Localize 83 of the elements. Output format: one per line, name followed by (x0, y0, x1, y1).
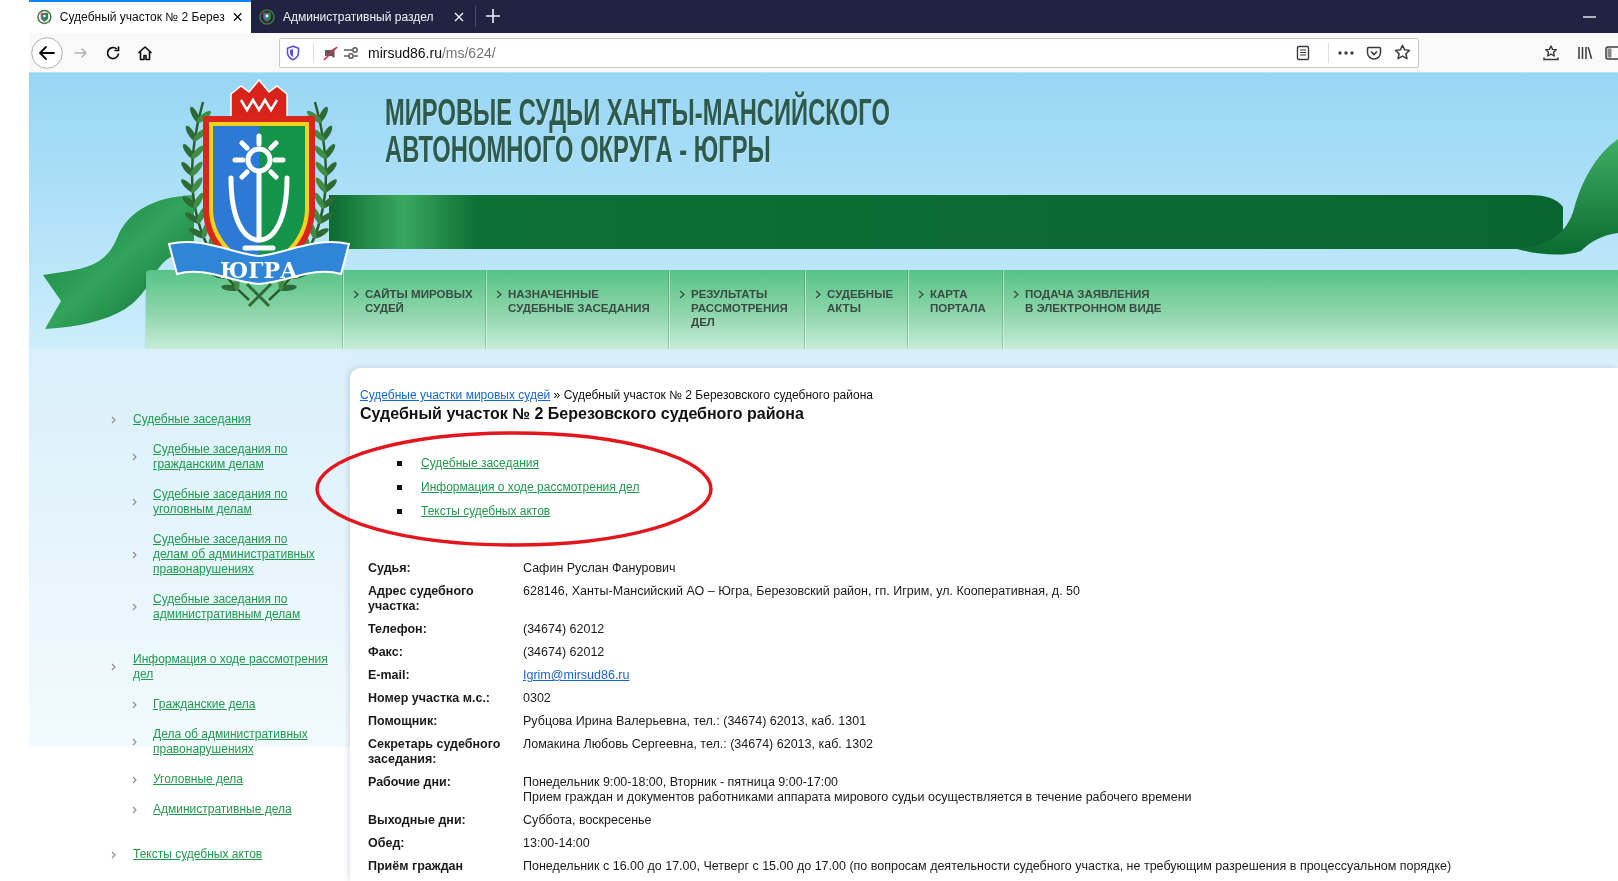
back-icon[interactable] (31, 36, 63, 69)
section-link[interactable]: Информация о ходе рассмотрения дел (421, 480, 640, 495)
detail-label: Выходные дни: (368, 813, 467, 828)
sliders-icon[interactable] (343, 44, 359, 61)
chevron-icon (918, 290, 924, 299)
detail-label: Секретарь судебного заседания: (368, 737, 502, 767)
sidebar-icon[interactable] (1605, 44, 1618, 61)
close-icon[interactable] (232, 11, 242, 22)
bullet-icon (397, 485, 402, 490)
detail-label: Факс: (368, 645, 404, 660)
shield-icon[interactable] (285, 44, 301, 61)
chevron-icon (132, 603, 137, 611)
more-icon[interactable] (1338, 50, 1354, 55)
chevron-icon (132, 700, 137, 709)
chevron-icon (132, 453, 137, 461)
breadcrumb-current: Судебный участок № 2 Березовского судебного района (563, 388, 873, 402)
browser-tab[interactable]: Административный раздел (251, 0, 473, 33)
chevron-icon (132, 775, 137, 784)
page-icon[interactable] (1295, 44, 1311, 61)
sidebar-link[interactable]: Судебные заседания по гражданским делам (153, 442, 321, 472)
chevron-icon (353, 290, 359, 299)
blocked-icon[interactable] (322, 44, 338, 61)
star-tray-icon[interactable] (1543, 44, 1559, 61)
detail-value: Суббота, воскресенье (523, 813, 653, 828)
email-link[interactable]: Igrim@mirsud86.ru (523, 668, 630, 683)
sidebar-link[interactable]: Административные дела (153, 802, 292, 817)
chevron-icon (111, 415, 116, 424)
chevron-icon (111, 850, 116, 859)
detail-label: E-mail: (368, 668, 411, 683)
sidebar-link[interactable]: Судебные заседания по делам об административных правонарушениях (153, 532, 321, 577)
sidebar-link[interactable]: Судебные заседания по уголовным делам (153, 487, 321, 517)
plus-icon[interactable] (486, 9, 500, 23)
bullet-icon (397, 509, 402, 514)
chevron-icon (815, 290, 821, 299)
detail-label: Судья: (368, 561, 412, 576)
chevron-icon (1013, 290, 1019, 299)
breadcrumb-separator: » (553, 388, 561, 402)
chevron-icon (111, 663, 116, 671)
star-icon[interactable] (1394, 44, 1411, 61)
sidebar-link[interactable]: Судебные заседания (133, 412, 252, 427)
page-heading: Судебный участок № 2 Березовского судебного района (360, 404, 805, 424)
sidebar-link[interactable]: Гражданские дела (153, 697, 256, 712)
emblem-icon (37, 8, 52, 25)
detail-value: Понедельник 9:00-18:00, Вторник - пятница 9:00-17:00 Прием граждан и документов работниками аппарата мирового судьи осуществляется в течение рабочего времени (523, 775, 1193, 805)
sidebar-link[interactable]: Информация о ходе рассмотрения дел (133, 652, 347, 682)
sidebar-link[interactable]: Дела об административных правонарушениях (153, 727, 321, 757)
detail-label: Приём граждан (368, 859, 465, 874)
detail-value: Рубцова Ирина Валерьевна, тел.: (34674) 62013, каб. 1301 (523, 714, 868, 729)
detail-value: 13:00-14:00 (523, 836, 591, 851)
detail-value: Сафин Руслан Фанурович (523, 561, 677, 576)
emblem-icon (259, 8, 275, 25)
detail-value: 628146, Ханты-Мансийский АО – Югра, Березовский район, гп. Игрим, ул. Кооперативная, д. 50 (523, 584, 1081, 600)
chevron-icon (132, 738, 137, 746)
pocket-icon[interactable] (1366, 44, 1382, 61)
sidebar-link[interactable]: Тексты судебных актов (133, 847, 263, 862)
chevron-icon (679, 290, 685, 299)
detail-label: Номер участка м.с.: (368, 691, 492, 706)
detail-label: Рабочие дни: (368, 775, 452, 791)
library-icon[interactable] (1577, 44, 1593, 61)
bullet-icon (397, 461, 402, 466)
detail-label: Обед: (368, 836, 406, 851)
chevron-icon (132, 550, 137, 559)
detail-label: Помощник: (368, 714, 439, 729)
url-text: mirsud86.ru/ms/624/ (368, 44, 497, 61)
sidebar-link[interactable]: Судебные заседания по административным делам (153, 592, 321, 622)
detail-value: (34674) 62012 (523, 645, 606, 660)
section-link[interactable]: Тексты судебных актов (421, 504, 551, 519)
chevron-icon (132, 498, 137, 506)
detail-value: 0302 (523, 691, 552, 706)
section-link[interactable]: Судебные заседания (421, 456, 540, 471)
detail-label: Адрес судебного участка: (368, 584, 475, 614)
chevron-icon (496, 290, 502, 299)
breadcrumb-link[interactable]: Судебные участки мировых судей (360, 388, 551, 402)
sidebar-link[interactable]: Уголовные дела (153, 772, 243, 787)
detail-value: (34674) 62012 (523, 622, 606, 637)
detail-value: Ломакина Любовь Сергеевна, тел.: (34674) 62013, каб. 1302 (523, 737, 875, 753)
home-icon[interactable] (137, 44, 153, 61)
detail-value: Понедельник с 16.00 до 17.00, Четверг с 15.00 до 17.00 (по вопросам деятельности судебного участка, не требующим разрешения в процессуальном порядке) (523, 859, 1453, 874)
reload-icon[interactable] (105, 44, 121, 61)
detail-label: Телефон: (368, 622, 428, 637)
address-field[interactable]: mirsud86.ru/ms/624/ (279, 37, 1419, 68)
chevron-icon (132, 805, 137, 814)
browser-tab[interactable]: Судебный участок № 2 Берез (29, 0, 251, 33)
